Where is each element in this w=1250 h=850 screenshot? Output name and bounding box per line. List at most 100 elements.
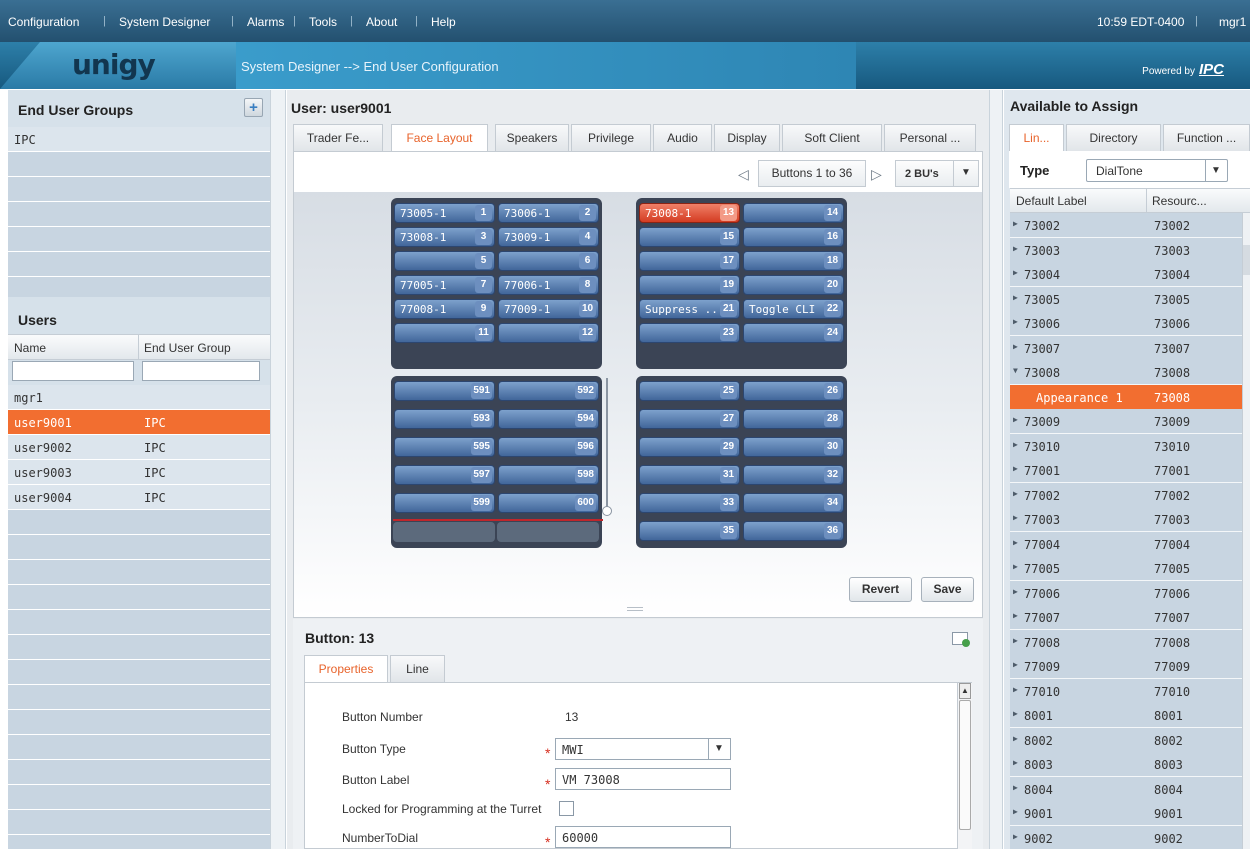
table-row[interactable]: ▶ 77003 77003 xyxy=(1010,507,1242,532)
list-item[interactable]: IPC xyxy=(8,127,270,152)
appearance-row-selected[interactable]: Appearance 1 73008 xyxy=(1010,384,1242,410)
expand-arrow-icon[interactable]: ▶ xyxy=(1013,293,1018,302)
turret-button[interactable]: 599 xyxy=(394,493,495,513)
table-row[interactable]: ▶ 73006 73006 xyxy=(1010,311,1242,336)
table-row[interactable]: ▶ 77005 77005 xyxy=(1010,556,1242,581)
expand-arrow-icon[interactable]: ▶ xyxy=(1013,268,1018,277)
expand-arrow-icon[interactable]: ▶ xyxy=(1013,783,1018,792)
turret-button[interactable]: 5 xyxy=(394,251,495,271)
expand-arrow-icon[interactable]: ▶ xyxy=(1013,219,1018,228)
menu-system-designer[interactable]: System Designer xyxy=(119,15,210,29)
turret-button[interactable]: 29 xyxy=(639,437,740,457)
table-row[interactable]: user9004 IPC xyxy=(8,485,270,510)
turret-button[interactable]: 34 xyxy=(743,493,844,513)
revert-button[interactable]: Revert xyxy=(849,577,912,602)
turret-button[interactable]: 11 xyxy=(394,323,495,343)
expand-arrow-icon[interactable]: ▶ xyxy=(1013,342,1018,351)
turret-button[interactable]: 20 xyxy=(743,275,844,295)
expand-arrow-icon[interactable]: ▶ xyxy=(1013,758,1018,767)
turret-button[interactable]: 27 xyxy=(639,409,740,429)
turret-button[interactable]: 28 xyxy=(743,409,844,429)
turret-button[interactable]: 73009-1 4 xyxy=(498,227,599,247)
tab-privilege[interactable]: Privilege xyxy=(571,124,651,152)
menu-configuration[interactable]: Configuration xyxy=(8,15,79,29)
table-row[interactable]: ▶ 9002 9002 xyxy=(1010,825,1242,849)
tab-lines[interactable]: Lin... xyxy=(1009,124,1064,152)
turret-button[interactable]: 595 xyxy=(394,437,495,457)
tab-personal[interactable]: Personal ... xyxy=(884,124,976,152)
turret-button[interactable]: 594 xyxy=(498,409,599,429)
turret-button[interactable]: 73008-1 3 xyxy=(394,227,495,247)
menu-about[interactable]: About xyxy=(366,15,397,29)
turret-button[interactable]: 592 xyxy=(498,381,599,401)
table-row[interactable]: ▶ 73010 73010 xyxy=(1010,433,1242,459)
turret-button[interactable]: 33 xyxy=(639,493,740,513)
turret-button[interactable]: 18 xyxy=(743,251,844,271)
expand-arrow-icon[interactable]: ▶ xyxy=(1013,415,1018,424)
bu-select[interactable]: 2 BU's ▼ xyxy=(895,160,979,187)
table-row[interactable]: ▶ 77004 77004 xyxy=(1010,531,1242,557)
table-row[interactable]: user9003 IPC xyxy=(8,460,270,485)
right-splitter[interactable] xyxy=(989,90,1003,849)
table-row[interactable]: ▶ 77008 77008 xyxy=(1010,629,1242,655)
tab-trader-features[interactable]: Trader Fe... xyxy=(293,124,383,152)
turret-button[interactable]: 73005-1 1 xyxy=(394,203,495,223)
turret-button[interactable]: 77009-1 10 xyxy=(498,299,599,319)
expand-arrow-icon[interactable]: ▶ xyxy=(1013,244,1018,253)
export-icon[interactable] xyxy=(952,632,970,647)
scroll-handle[interactable] xyxy=(602,506,612,516)
expand-arrow-icon[interactable]: ▶ xyxy=(1013,660,1018,669)
turret-button[interactable]: Toggle CLI 22 xyxy=(743,299,844,319)
expand-arrow-icon[interactable]: ▶ xyxy=(1013,317,1018,326)
number-to-dial-input[interactable]: 60000 xyxy=(555,826,731,848)
table-row[interactable]: ▶ 8001 8001 xyxy=(1010,703,1242,728)
turret-button[interactable]: 600 xyxy=(498,493,599,513)
table-row[interactable]: ▶ 9001 9001 xyxy=(1010,801,1242,826)
tab-directory[interactable]: Directory xyxy=(1066,124,1161,152)
table-row[interactable]: mgr1 xyxy=(8,385,270,410)
table-row[interactable]: ▶ 73005 73005 xyxy=(1010,286,1242,312)
table-row[interactable]: ▶ 77001 77001 xyxy=(1010,458,1242,483)
column-header-resource[interactable]: Resourc... xyxy=(1152,194,1207,208)
form-scrollbar[interactable]: ▲ xyxy=(957,683,972,849)
turret-button[interactable]: 597 xyxy=(394,465,495,485)
tab-face-layout[interactable]: Face Layout xyxy=(391,124,488,152)
expand-arrow-icon[interactable]: ▶ xyxy=(1013,562,1018,571)
table-row[interactable]: ▶ 77002 77002 xyxy=(1010,482,1242,508)
turret-button[interactable]: 15 xyxy=(639,227,740,247)
tab-audio[interactable]: Audio xyxy=(653,124,712,152)
turret-button[interactable]: 26 xyxy=(743,381,844,401)
turret-button[interactable]: 19 xyxy=(639,275,740,295)
table-row[interactable]: ▶ 77009 77009 xyxy=(1010,654,1242,679)
expand-arrow-icon[interactable]: ▶ xyxy=(1013,440,1018,449)
tab-speakers[interactable]: Speakers xyxy=(495,124,569,152)
menu-alarms[interactable]: Alarms xyxy=(247,15,284,29)
expand-arrow-icon[interactable]: ▶ xyxy=(1013,538,1018,547)
turret-button[interactable]: 591 xyxy=(394,381,495,401)
turret-button[interactable]: 598 xyxy=(498,465,599,485)
table-row[interactable]: ▶ 73007 73007 xyxy=(1010,335,1242,361)
turret-button[interactable]: 77005-1 7 xyxy=(394,275,495,295)
turret-button[interactable]: 73008-1 13 xyxy=(639,203,740,223)
available-scrollbar[interactable] xyxy=(1242,213,1250,849)
expand-arrow-icon[interactable]: ▶ xyxy=(1013,587,1018,596)
column-header-end-user-group[interactable]: End User Group xyxy=(144,341,231,355)
tab-properties[interactable]: Properties xyxy=(304,655,388,683)
table-row[interactable]: user9002 IPC xyxy=(8,435,270,460)
filter-group-input[interactable] xyxy=(142,361,260,381)
menu-tools[interactable]: Tools xyxy=(309,15,337,29)
prev-page-icon[interactable]: ◁ xyxy=(738,166,749,183)
turret-button[interactable]: 14 xyxy=(743,203,844,223)
table-row[interactable]: ▶ 73002 73002 xyxy=(1010,213,1242,238)
expand-arrow-icon[interactable]: ▶ xyxy=(1013,489,1018,498)
type-select[interactable]: DialTone ▼ xyxy=(1086,159,1228,182)
menu-help[interactable]: Help xyxy=(431,15,456,29)
table-row[interactable]: ▶ 77006 77006 xyxy=(1010,580,1242,606)
expand-arrow-icon[interactable]: ▶ xyxy=(1013,464,1018,473)
next-page-icon[interactable]: ▷ xyxy=(871,166,882,183)
table-row[interactable]: ▶ 77007 77007 xyxy=(1010,605,1242,630)
turret-button[interactable]: 596 xyxy=(498,437,599,457)
turret-button[interactable]: 31 xyxy=(639,465,740,485)
tab-display[interactable]: Display xyxy=(714,124,780,152)
button-type-select[interactable]: MWI ▼ xyxy=(555,738,731,760)
